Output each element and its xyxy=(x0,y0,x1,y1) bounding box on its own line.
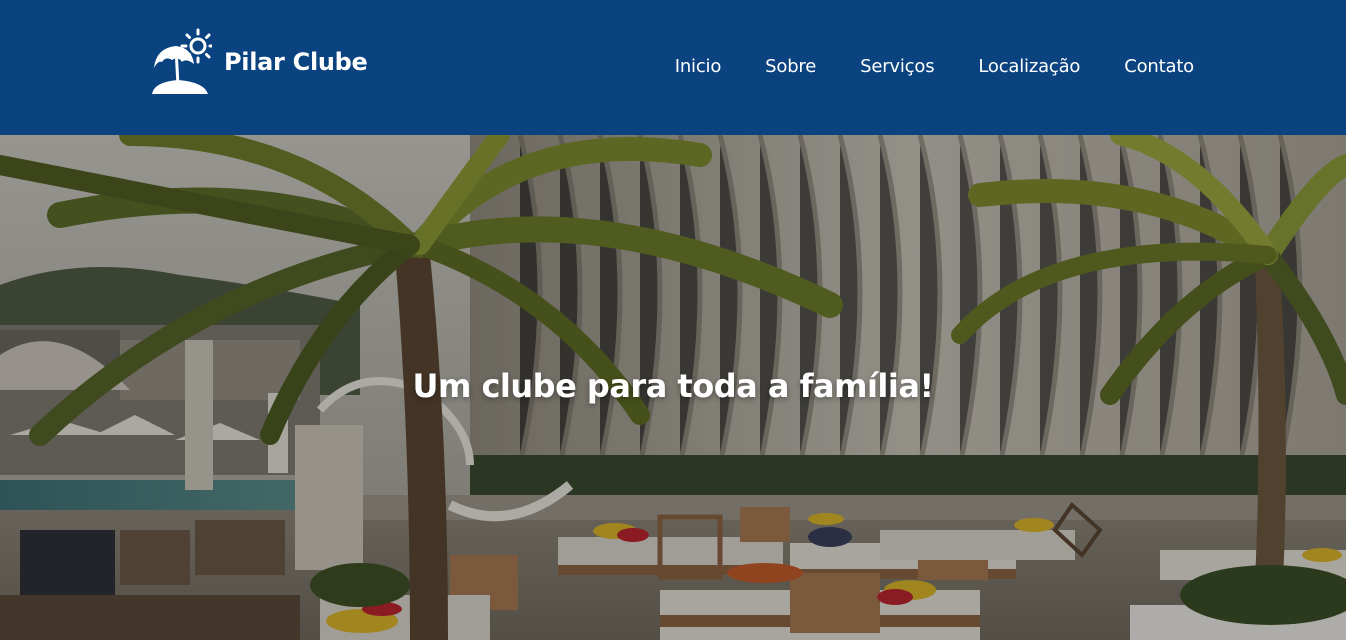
hero-section: Um clube para toda a família! xyxy=(0,135,1346,640)
brand-name: Pilar Clube xyxy=(224,48,368,76)
beach-umbrella-sun-icon xyxy=(152,28,212,94)
nav-link-sobre[interactable]: Sobre xyxy=(765,56,816,77)
nav-link-inicio[interactable]: Inicio xyxy=(675,56,722,77)
nav-link-servicos[interactable]: Serviços xyxy=(860,56,934,77)
nav-link-contato[interactable]: Contato xyxy=(1124,56,1194,77)
brand-logo-link[interactable]: Pilar Clube xyxy=(150,28,368,96)
nav-link-localizacao[interactable]: Localização xyxy=(978,56,1080,77)
main-nav: Inicio Sobre Serviços Localização Contat… xyxy=(675,56,1194,77)
site-header: Pilar Clube Inicio Sobre Serviços Locali… xyxy=(0,0,1346,135)
hero-title: Um clube para toda a família! xyxy=(412,367,934,405)
